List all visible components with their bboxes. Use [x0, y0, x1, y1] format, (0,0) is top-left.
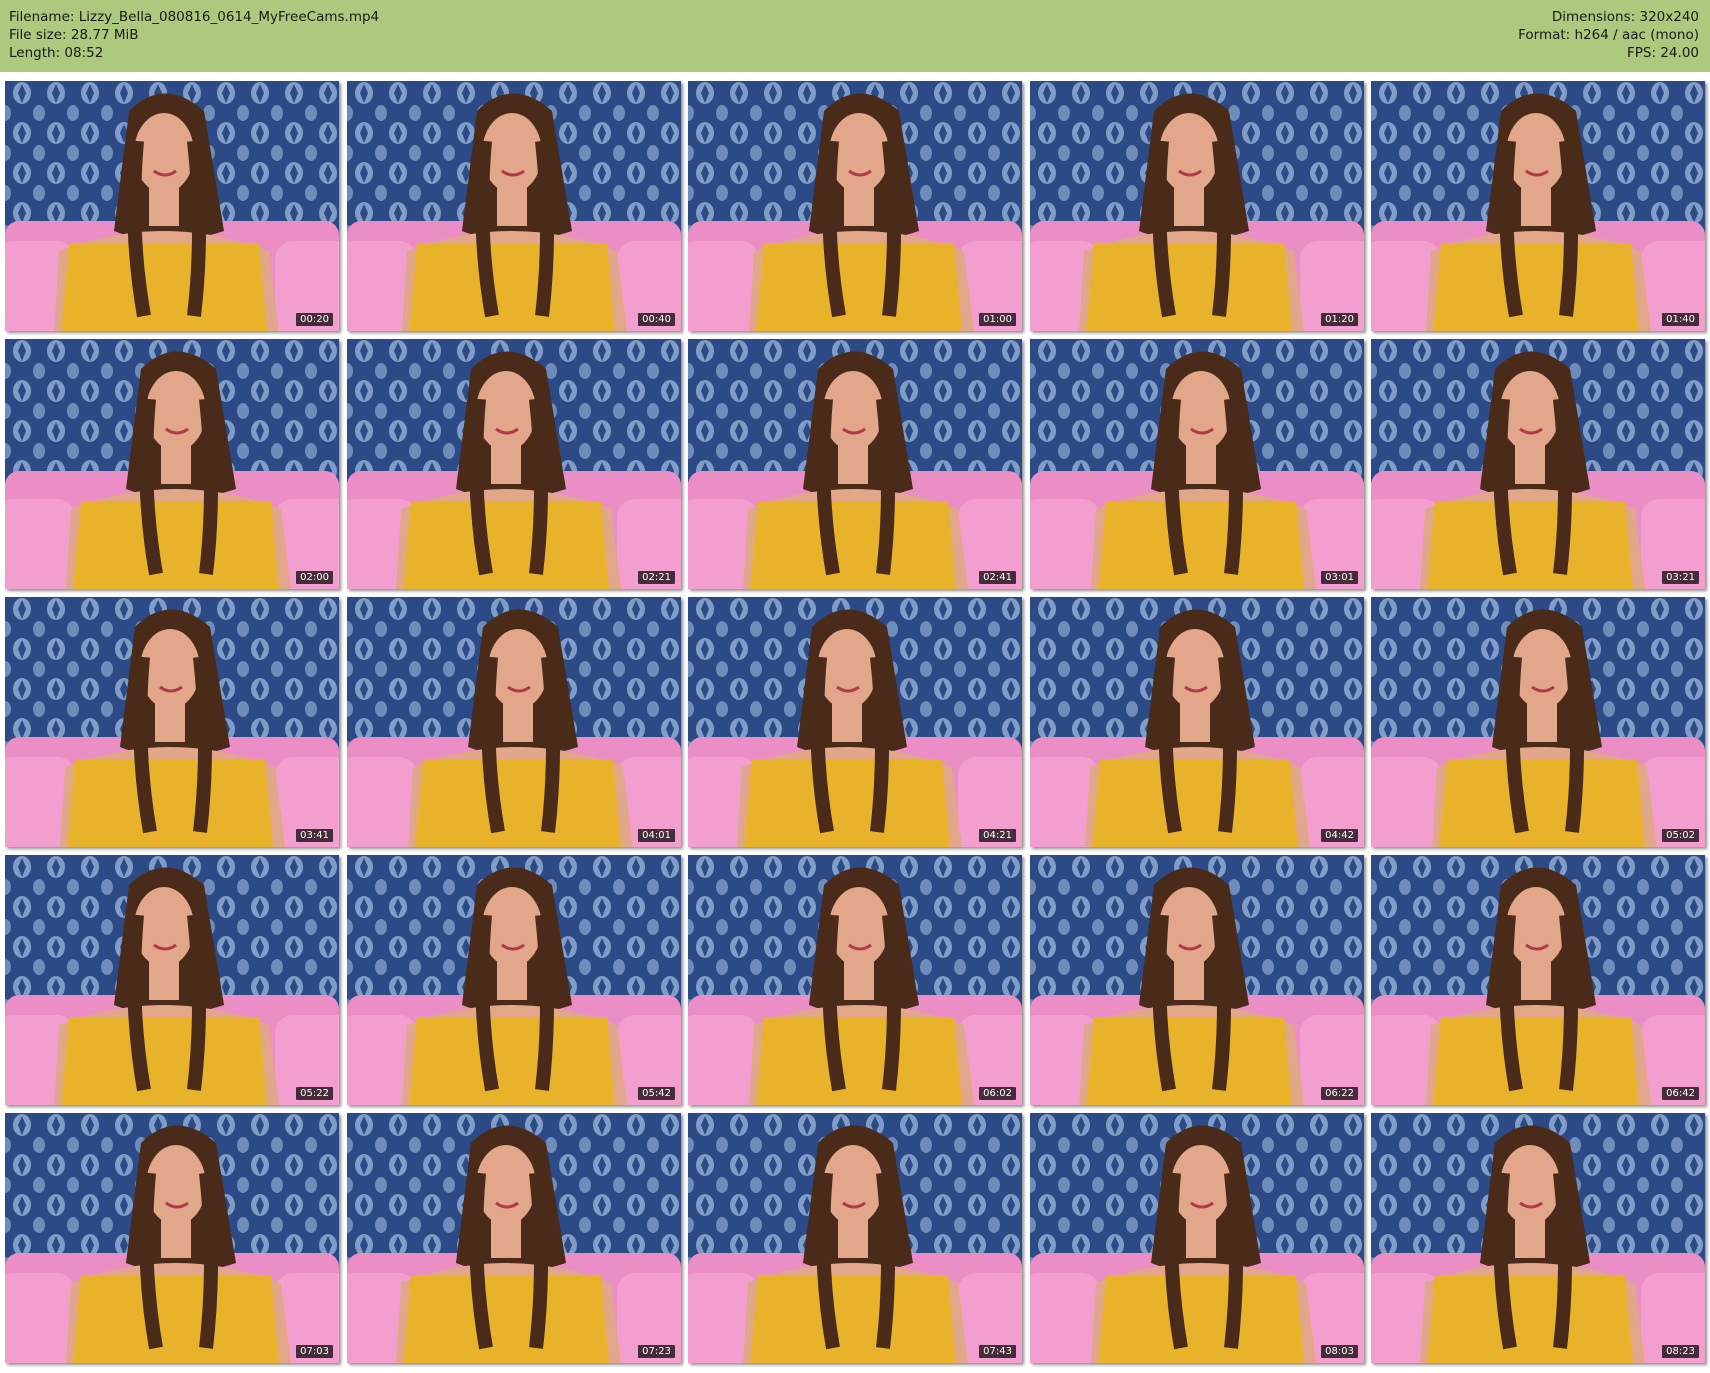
- frame-image: [5, 597, 339, 847]
- video-thumbnail: 01:00: [688, 81, 1022, 331]
- frame-image: [5, 339, 339, 589]
- timestamp-label: 03:01: [1321, 571, 1358, 584]
- timestamp-label: 05:02: [1662, 829, 1699, 842]
- timestamp-label: 05:42: [638, 1087, 675, 1100]
- video-thumbnail: 06:42: [1371, 855, 1705, 1105]
- timestamp-label: 05:22: [296, 1087, 333, 1100]
- timestamp-label: 04:42: [1321, 829, 1358, 842]
- video-thumbnail: 04:42: [1030, 597, 1364, 847]
- frame-image: [1030, 1113, 1364, 1363]
- timestamp-label: 01:40: [1662, 313, 1699, 326]
- timestamp-label: 00:20: [296, 313, 333, 326]
- frame-image: [1371, 1113, 1705, 1363]
- info-header: Filename: Lizzy_Bella_080816_0614_MyFree…: [0, 0, 1710, 72]
- video-thumbnail: 05:22: [5, 855, 339, 1105]
- video-thumbnail: 08:23: [1371, 1113, 1705, 1363]
- info-left: Filename: Lizzy_Bella_080816_0614_MyFree…: [9, 8, 379, 62]
- video-thumbnail: 04:01: [347, 597, 681, 847]
- frame-image: [1030, 81, 1364, 331]
- filename-text: Filename: Lizzy_Bella_080816_0614_MyFree…: [9, 9, 380, 25]
- video-thumbnail: 03:21: [1371, 339, 1705, 589]
- frame-image: [688, 339, 1022, 589]
- timestamp-label: 00:40: [638, 313, 675, 326]
- timestamp-label: 01:00: [979, 313, 1016, 326]
- video-thumbnail: 03:01: [1030, 339, 1364, 589]
- video-thumbnail: 05:02: [1371, 597, 1705, 847]
- frame-image: [1030, 597, 1364, 847]
- video-thumbnail: 02:21: [347, 339, 681, 589]
- length-text: Length: 08:52: [9, 45, 104, 61]
- frame-image: [688, 81, 1022, 331]
- video-thumbnail: 02:00: [5, 339, 339, 589]
- format-text: Format: h264 / aac (mono): [1518, 27, 1699, 43]
- frame-image: [1371, 339, 1705, 589]
- frame-image: [347, 855, 681, 1105]
- video-thumbnail: 00:40: [347, 81, 681, 331]
- frame-image: [347, 81, 681, 331]
- frame-image: [1371, 597, 1705, 847]
- frame-image: [1371, 855, 1705, 1105]
- video-thumbnail: 07:03: [5, 1113, 339, 1363]
- frame-image: [1371, 81, 1705, 331]
- timestamp-label: 08:03: [1321, 1345, 1358, 1358]
- video-thumbnail: 08:03: [1030, 1113, 1364, 1363]
- timestamp-label: 04:01: [638, 829, 675, 842]
- info-right: Dimensions: 320x240 Format: h264 / aac (…: [1518, 8, 1699, 62]
- video-thumbnail: 00:20: [5, 81, 339, 331]
- video-thumbnail: 05:42: [347, 855, 681, 1105]
- timestamp-label: 06:22: [1321, 1087, 1358, 1100]
- timestamp-label: 06:42: [1662, 1087, 1699, 1100]
- file-size-text: File size: 28.77 MiB: [9, 27, 139, 43]
- frame-image: [5, 855, 339, 1105]
- frame-image: [5, 1113, 339, 1363]
- timestamp-label: 07:43: [979, 1345, 1016, 1358]
- video-thumbnail: 06:02: [688, 855, 1022, 1105]
- video-thumbnail: 01:40: [1371, 81, 1705, 331]
- video-thumbnail: 02:41: [688, 339, 1022, 589]
- timestamp-label: 03:21: [1662, 571, 1699, 584]
- frame-image: [688, 855, 1022, 1105]
- video-thumbnail: 06:22: [1030, 855, 1364, 1105]
- timestamp-label: 08:23: [1662, 1345, 1699, 1358]
- fps-text: FPS: 24.00: [1627, 45, 1699, 61]
- video-thumbnail: 04:21: [688, 597, 1022, 847]
- frame-image: [1030, 339, 1364, 589]
- timestamp-label: 04:21: [979, 829, 1016, 842]
- frame-image: [5, 81, 339, 331]
- timestamp-label: 02:41: [979, 571, 1016, 584]
- frame-image: [688, 597, 1022, 847]
- timestamp-label: 02:00: [296, 571, 333, 584]
- video-thumbnail: 07:23: [347, 1113, 681, 1363]
- video-thumbnail: 01:20: [1030, 81, 1364, 331]
- video-thumbnail: 03:41: [5, 597, 339, 847]
- timestamp-label: 03:41: [296, 829, 333, 842]
- timestamp-label: 07:03: [296, 1345, 333, 1358]
- frame-image: [347, 339, 681, 589]
- timestamp-label: 07:23: [638, 1345, 675, 1358]
- frame-image: [347, 597, 681, 847]
- timestamp-label: 02:21: [638, 571, 675, 584]
- dimensions-text: Dimensions: 320x240: [1551, 9, 1699, 25]
- frame-image: [347, 1113, 681, 1363]
- video-thumbnail: 07:43: [688, 1113, 1022, 1363]
- frame-image: [1030, 855, 1364, 1105]
- timestamp-label: 06:02: [979, 1087, 1016, 1100]
- timestamp-label: 01:20: [1321, 313, 1358, 326]
- frame-image: [688, 1113, 1022, 1363]
